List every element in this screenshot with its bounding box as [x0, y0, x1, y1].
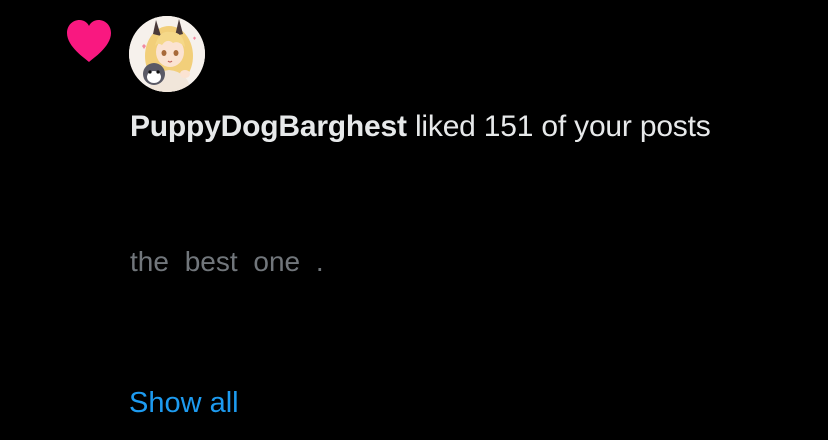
post-snippet[interactable]: the best one . — [130, 243, 324, 281]
show-all-link[interactable]: Show all — [129, 383, 239, 423]
like-notification[interactable]: PuppyDogBarghest liked 151 of your posts… — [0, 0, 828, 440]
action-text: liked 151 of your posts — [406, 110, 711, 143]
notification-text: PuppyDogBarghest liked 151 of your posts — [130, 107, 711, 147]
avatar-image — [129, 16, 205, 92]
username[interactable]: PuppyDogBarghest — [130, 110, 407, 143]
heart-icon — [67, 20, 111, 62]
avatar[interactable] — [129, 16, 205, 92]
